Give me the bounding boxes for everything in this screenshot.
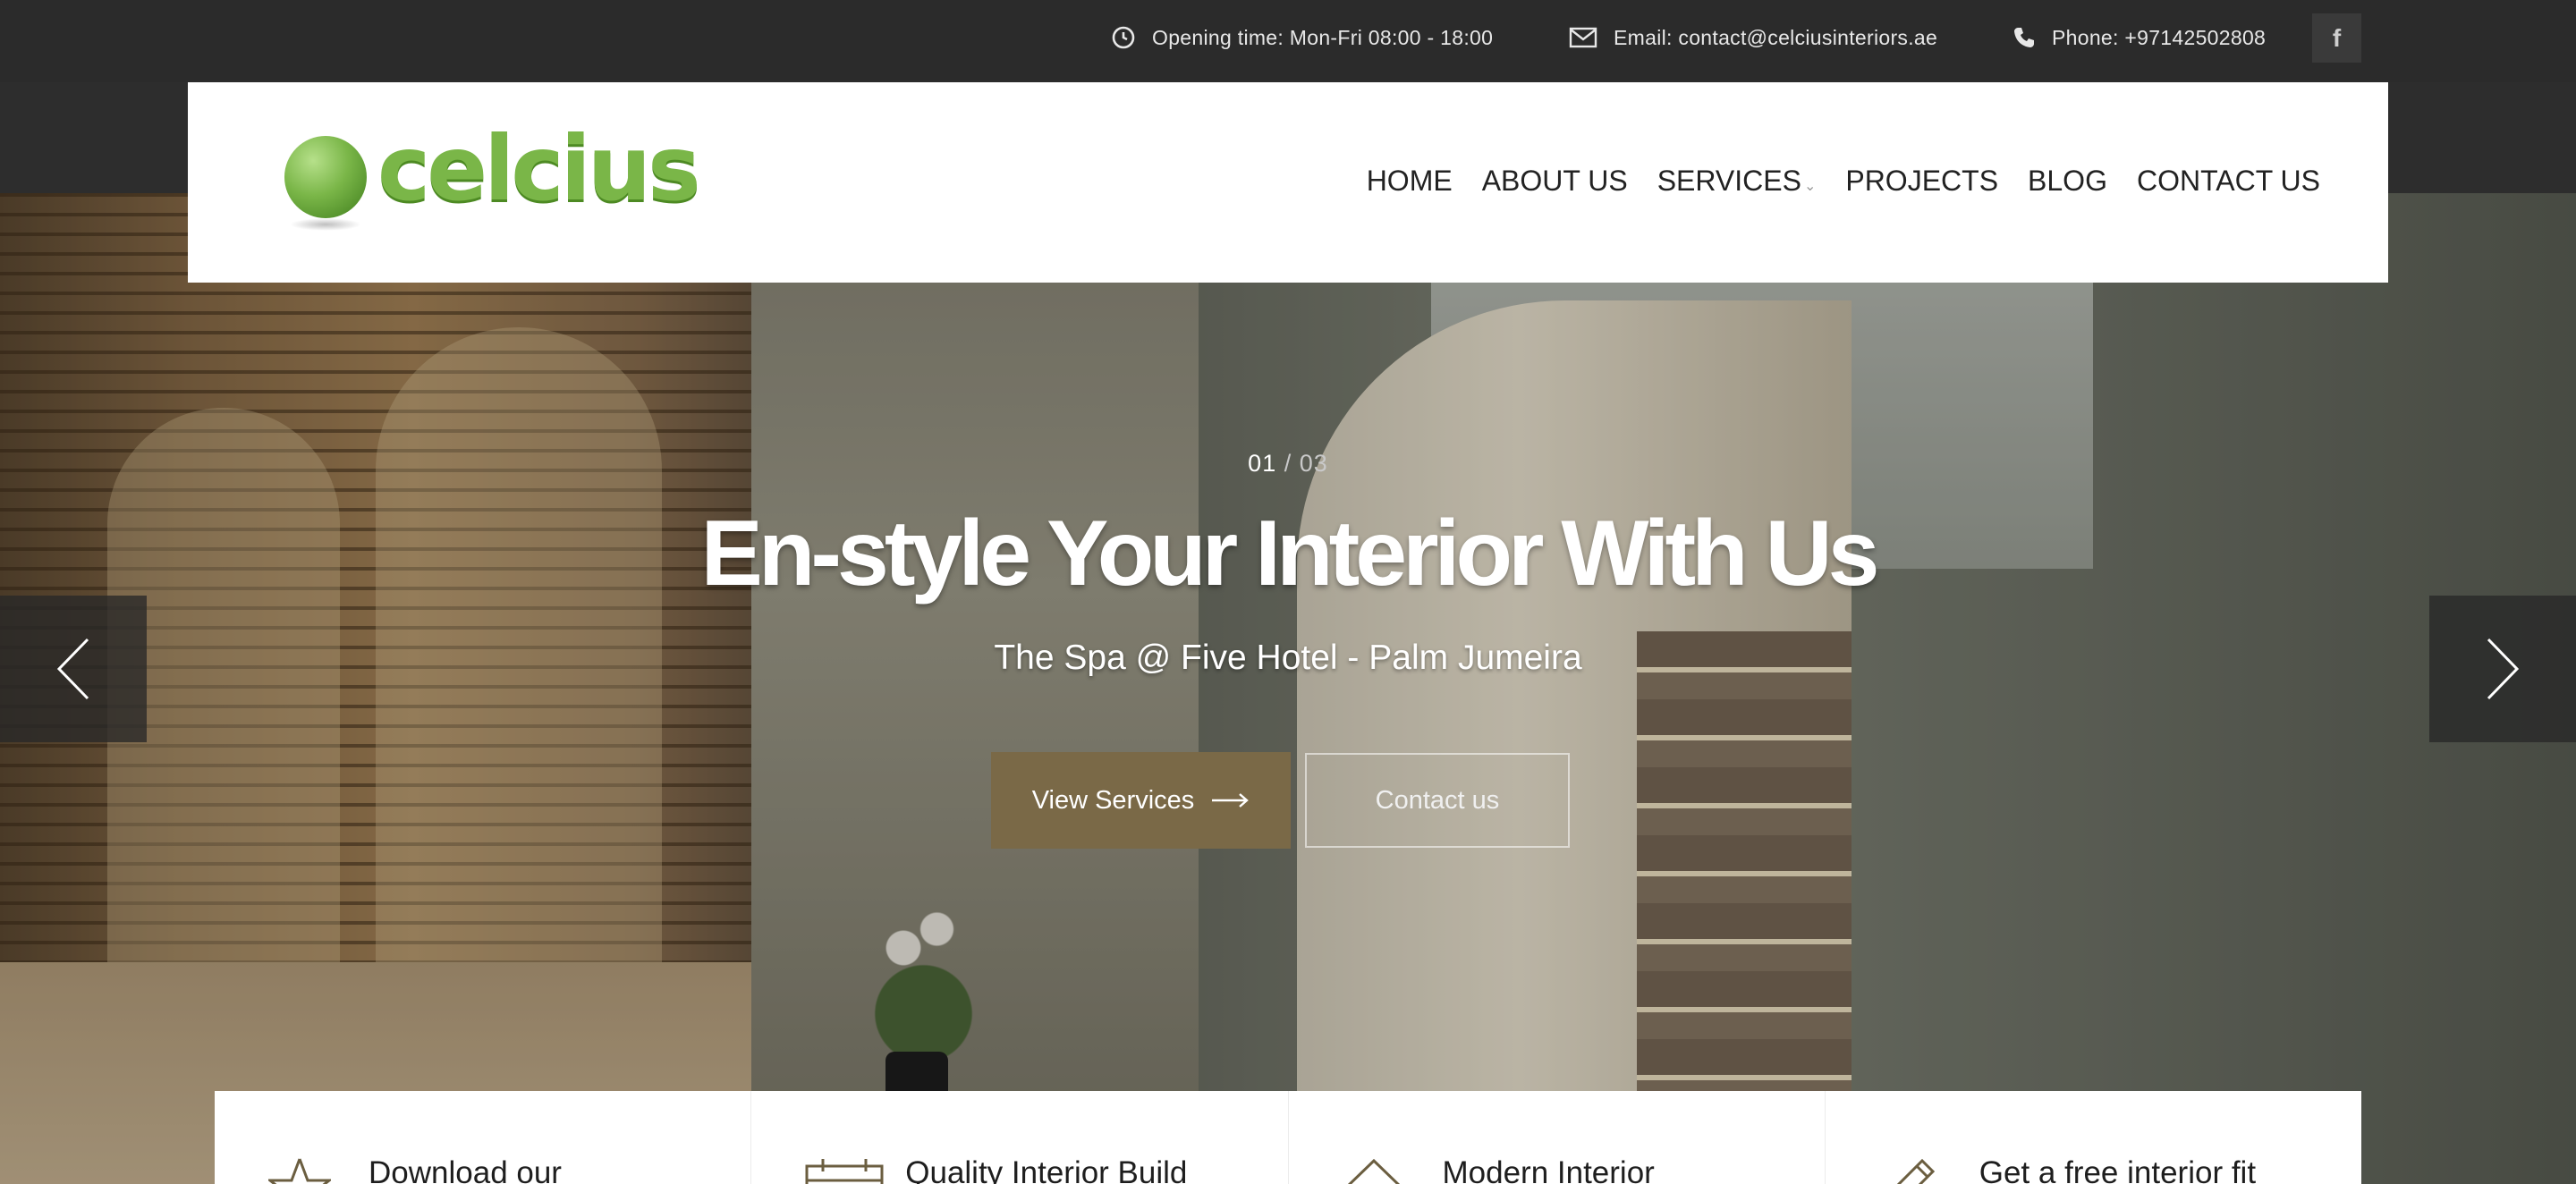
arrow-right-icon (1212, 793, 1250, 808)
email-text[interactable]: Email: contact@celciusinteriors.ae (1614, 26, 1937, 50)
opening-time-text: Opening time: Mon-Fri 08:00 - 18:00 (1152, 25, 1494, 49)
facebook-icon: f (2332, 23, 2342, 52)
slider-prev-button[interactable] (0, 596, 147, 742)
site-header: celcius HOME ABOUT US SERVICES ⌄ PROJECTS… (188, 82, 2388, 283)
nav-blog[interactable]: BLOG (2028, 165, 2107, 198)
chevron-down-icon: ⌄ (1803, 179, 1817, 194)
slide-total: 03 (1299, 450, 1328, 477)
feature-title: Get a free interior fit (1979, 1155, 2257, 1184)
slide-headline: En-style Your Interior With Us (700, 502, 1880, 605)
feature-title: Download our (369, 1155, 562, 1184)
nav-contact-us[interactable]: CONTACT US (2137, 165, 2320, 198)
view-services-label: View Services (1031, 785, 1195, 815)
feature-card[interactable]: Quality Interior Build (751, 1091, 1289, 1184)
email-info[interactable]: Email: contact@celciusinteriors.ae (1569, 0, 1937, 75)
slider-next-button[interactable] (2429, 596, 2576, 742)
contact-us-label: Contact us (1375, 785, 1500, 815)
feature-title: Quality Interior Build (905, 1155, 1188, 1184)
feature-card[interactable]: Get a free interior fit (1826, 1091, 2361, 1184)
opening-time: Opening time: Mon-Fri 08:00 - 18:00 (1111, 0, 1493, 75)
calendar-icon (805, 1159, 884, 1184)
logo-mark (284, 136, 367, 218)
view-services-button[interactable]: View Services (991, 752, 1291, 849)
feature-strip: Download our Quality Interior Build Mode… (215, 1091, 2361, 1184)
nav-about-us[interactable]: ABOUT US (1482, 165, 1628, 198)
slide-separator: / (1284, 450, 1292, 477)
nav-services[interactable]: SERVICES ⌄ (1657, 165, 1817, 198)
chevron-left-icon (56, 638, 89, 700)
feature-card[interactable]: Modern Interior (1289, 1091, 1826, 1184)
slide-subtitle: The Spa @ Five Hotel - Palm Jumeira (994, 639, 1582, 677)
contact-us-button[interactable]: Contact us (1305, 753, 1570, 848)
envelope-icon (1569, 27, 1597, 48)
phone-text[interactable]: Phone: +97142502808 (2052, 26, 2266, 50)
clock-icon (1112, 26, 1135, 49)
feature-title: Modern Interior (1442, 1155, 1655, 1184)
slide-current: 01 (1248, 450, 1277, 477)
nav-services-label: SERVICES (1657, 165, 1801, 197)
facebook-button[interactable]: f (2312, 13, 2361, 63)
feature-card[interactable]: Download our (215, 1091, 752, 1184)
star-icon (268, 1158, 331, 1184)
nav-projects[interactable]: PROJECTS (1845, 165, 1998, 198)
nav-home[interactable]: HOME (1367, 165, 1453, 198)
main-nav: HOME ABOUT US SERVICES ⌄ PROJECTS BLOG CO… (1337, 165, 2320, 198)
slide-counter: 01 / 03 (0, 450, 2576, 478)
celcius-logo[interactable]: celcius (277, 116, 701, 245)
chevron-right-icon (2487, 638, 2520, 700)
phone-info[interactable]: Phone: +97142502808 (2012, 0, 2266, 75)
phone-icon (2014, 28, 2034, 47)
house-icon (1347, 1158, 1400, 1184)
top-bar: Opening time: Mon-Fri 08:00 - 18:00 Emai… (0, 0, 2576, 82)
pencil-icon (1896, 1158, 1935, 1184)
logo-text: celcius (377, 116, 701, 221)
